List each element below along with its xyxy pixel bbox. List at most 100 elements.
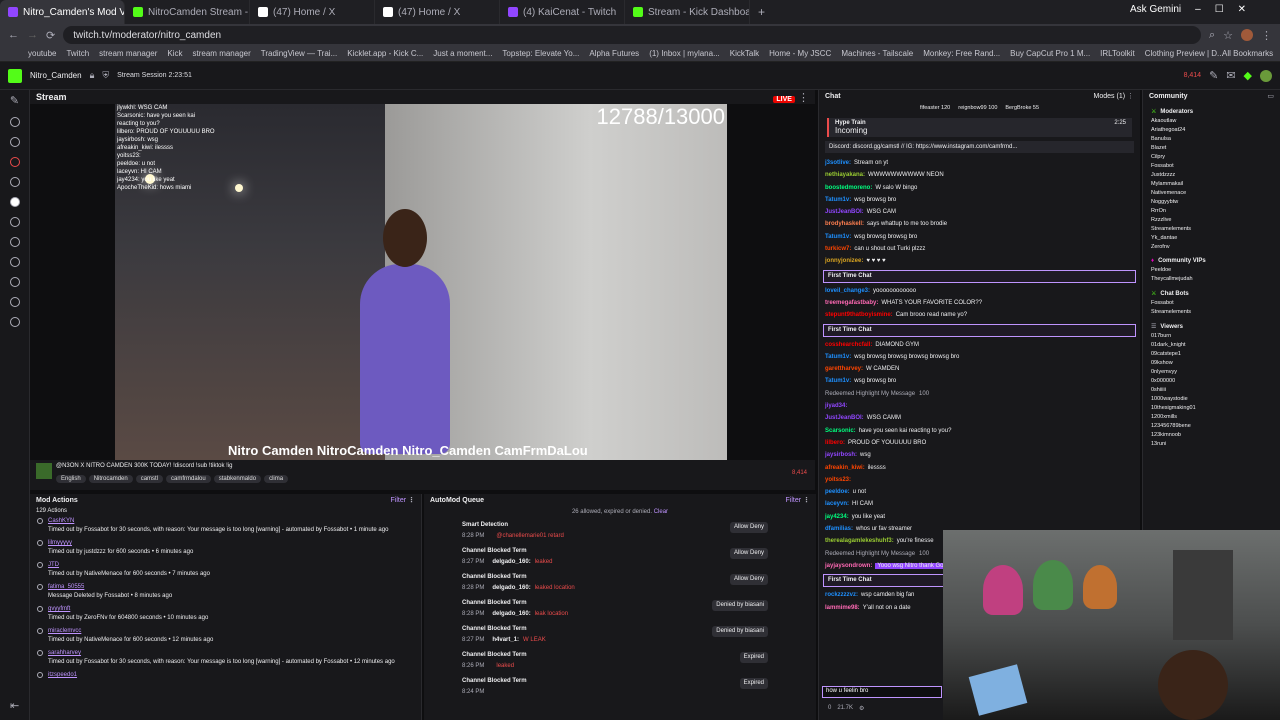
followers-only-icon[interactable] (9, 217, 20, 227)
shortcut-icon[interactable] (9, 117, 20, 127)
all-bookmarks[interactable]: All Bookmarks (1222, 49, 1273, 58)
bits-count[interactable]: 0 (828, 705, 831, 712)
community-user[interactable]: 1200xmills (1143, 413, 1280, 422)
chat-username[interactable]: loveil_change3: (825, 288, 870, 294)
chat-username[interactable]: lilbero: (825, 440, 845, 446)
video-player[interactable]: 12788/13000 jlywkhl: WSG CAM Scarsonic: h… (115, 104, 727, 460)
community-user[interactable]: Yk_dantae (1143, 234, 1280, 243)
community-user[interactable]: Zerofnv (1143, 243, 1280, 252)
chat-input[interactable]: how u feelin bro (822, 686, 942, 698)
automod-user[interactable]: delgado_160: (492, 611, 530, 617)
community-user[interactable]: RrrOn (1143, 207, 1280, 216)
pencil-icon[interactable]: ✎ (0, 94, 29, 107)
stream-menu-icon[interactable]: ⋮ (798, 92, 809, 104)
chat-modes[interactable]: Modes (1) (1094, 93, 1126, 100)
shield-icon[interactable]: ⛨ (102, 70, 109, 81)
slow-mode-icon[interactable] (9, 197, 20, 207)
bookmark-item[interactable]: KickTalk (730, 49, 759, 58)
chat-username[interactable]: dfamilias: (825, 526, 853, 532)
maximize-icon[interactable]: ☐ (1215, 4, 1224, 15)
automod-action[interactable]: Denied by biasani (712, 626, 768, 637)
minimize-icon[interactable]: – (1195, 4, 1201, 15)
zoom-icon[interactable]: ⌕ (1209, 29, 1215, 42)
browser-tab[interactable]: Nitro_Camden's Mod View (0, 0, 125, 24)
stream-tag[interactable]: English (56, 475, 86, 483)
close-icon[interactable]: ✕ (1238, 4, 1246, 15)
community-user[interactable]: Banulsa (1143, 135, 1280, 144)
bits-icon[interactable]: ◆ (1244, 69, 1252, 82)
mod-actions-menu-icon[interactable]: ⋮ (408, 497, 415, 504)
community-user[interactable]: 09catstepe1 (1143, 350, 1280, 359)
community-user[interactable]: Nativemenace (1143, 189, 1280, 198)
community-user[interactable]: Akaoutlaw (1143, 117, 1280, 126)
community-user[interactable]: 123456789bene (1143, 422, 1280, 431)
chat-username[interactable]: afreakin_kiwi: (825, 465, 865, 471)
community-user[interactable]: Blazet (1143, 144, 1280, 153)
notifications-icon[interactable]: ✉ (1226, 69, 1235, 82)
bookmark-item[interactable]: Buy CapCut Pro 1 M... (1010, 49, 1090, 58)
chat-username[interactable]: stepunt9thatboyismine: (825, 312, 893, 318)
chat-username[interactable]: jonnyjonizee: (825, 258, 863, 264)
chat-username[interactable]: cosshearchcfall: (825, 342, 872, 348)
chat-username[interactable]: brodyhaskell: (825, 221, 864, 227)
bookmark-item[interactable]: Monkey: Free Rand... (923, 49, 1000, 58)
bookmark-item[interactable]: IRLToolkit (1100, 49, 1135, 58)
community-user[interactable]: Fossabot (1143, 299, 1280, 308)
mod-actions-filter[interactable]: Filter (390, 497, 406, 504)
bookmark-item[interactable]: (1) Inbox | mylana... (649, 49, 720, 58)
emote-only-icon[interactable] (9, 237, 20, 247)
marker-icon[interactable] (9, 317, 20, 327)
community-user[interactable]: Peeldoe (1143, 266, 1280, 275)
chat-username[interactable]: jiyad34: (825, 403, 847, 409)
chat-username[interactable]: jay4234: (825, 514, 849, 520)
chat-username[interactable]: jayjaysondrown: (825, 563, 872, 569)
automod-action[interactable]: Expired (739, 652, 768, 663)
bookmark-item[interactable]: Alpha Futures (589, 49, 639, 58)
ask-gemini-button[interactable]: Ask Gemini (1130, 4, 1181, 15)
automod-user[interactable]: h4vart_1: (492, 637, 519, 643)
bookmark-item[interactable]: Topstep: Elevate Yo... (502, 49, 579, 58)
reload-icon[interactable]: ⟳ (46, 29, 55, 42)
chat-username[interactable]: Tatum1v: (825, 378, 851, 384)
chat-username[interactable]: turkicw7: (825, 246, 851, 252)
chat-username[interactable]: rockzzzzvz: (825, 592, 858, 598)
automod-action[interactable]: Allow Deny (729, 522, 768, 533)
chat-username[interactable]: yoitss23: (825, 477, 851, 483)
star-icon[interactable]: ☆ (1223, 29, 1233, 42)
community-user[interactable]: Ariathegoat24 (1143, 126, 1280, 135)
automod-action[interactable]: Allow Deny (729, 574, 768, 585)
community-user[interactable]: 10thesigmaking01 (1143, 404, 1280, 413)
mod-action-user[interactable]: fatima_50555 (48, 583, 415, 592)
automod-action[interactable]: Allow Deny (729, 548, 768, 559)
chat-username[interactable]: jaysirbosh: (825, 452, 857, 458)
new-tab-button[interactable]: + (750, 5, 773, 19)
chat-settings-icon[interactable]: ⚙ (859, 705, 864, 712)
gifter-entry[interactable]: reignbow99 100 (958, 105, 997, 111)
chat-username[interactable]: Scarsonic: (825, 428, 856, 434)
community-user[interactable]: Cilpry (1143, 153, 1280, 162)
community-user[interactable]: Streamelements (1143, 308, 1280, 317)
bookmark-item[interactable]: Kick (167, 49, 182, 58)
bookmark-item[interactable]: TradingView — Trai... (261, 49, 337, 58)
community-collapse-icon[interactable]: ▭ (1267, 92, 1274, 100)
automod-user[interactable]: delgado_160: (492, 585, 530, 591)
gifter-entry[interactable]: fifeaster 120 (920, 105, 950, 111)
bookmark-item[interactable]: Kicklet.app - Kick C... (347, 49, 423, 58)
chat-username[interactable]: j3sotlive: (825, 160, 851, 166)
chat-username[interactable]: treemegafastbaby: (825, 300, 878, 306)
forward-icon[interactable]: → (27, 29, 38, 41)
mod-action-user[interactable]: gvyyfmft (48, 605, 415, 614)
bookmark-item[interactable]: Just a moment... (433, 49, 492, 58)
stream-tag[interactable]: stabkenmaldo (213, 475, 262, 483)
stream-tag[interactable]: Nitrocamden (88, 475, 133, 483)
pinned-message[interactable]: Discord: discord.gg/camstl // IG: https:… (825, 141, 1134, 153)
channel-name[interactable]: Nitro_Camden (30, 71, 82, 80)
url-input[interactable]: twitch.tv/moderator/nitro_camden (63, 26, 1201, 44)
gifter-entry[interactable]: BergBroke 55 (1005, 105, 1039, 111)
community-user[interactable]: Theycallmejudah (1143, 275, 1280, 284)
community-user[interactable]: Rzzzlive (1143, 216, 1280, 225)
chat-username[interactable]: garettharvey: (825, 366, 863, 372)
hype-train[interactable]: Hype Train Incoming 2:25 (827, 118, 1132, 137)
raid-icon[interactable] (9, 277, 20, 287)
bookmark-item[interactable]: stream manager (99, 49, 157, 58)
